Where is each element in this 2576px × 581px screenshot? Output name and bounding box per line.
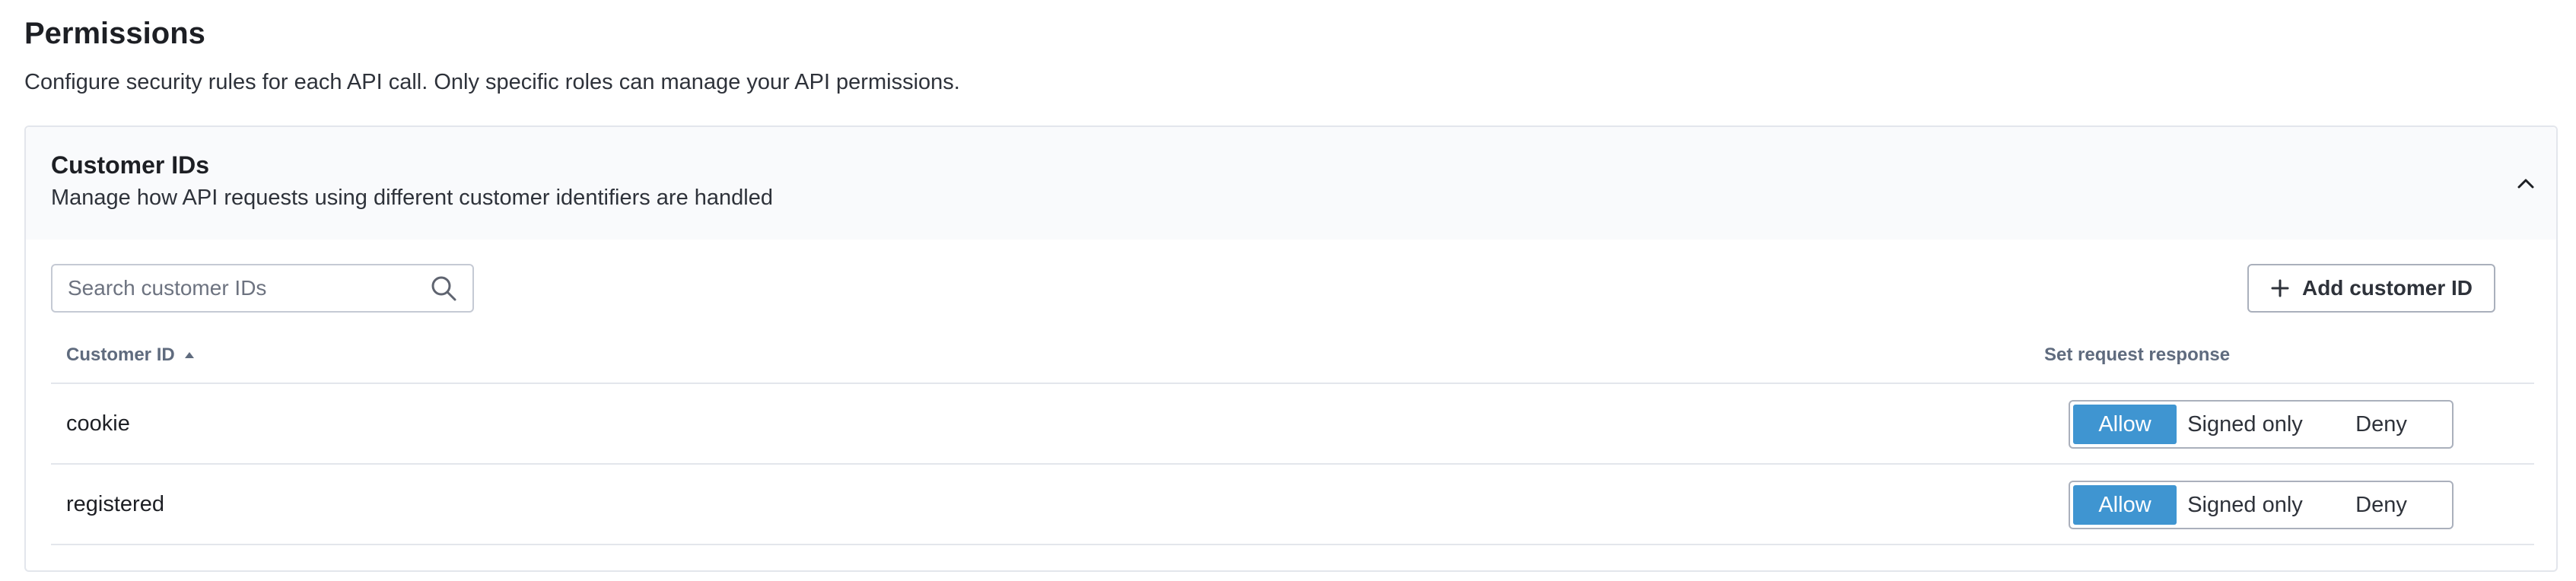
chevron-up-icon	[2517, 179, 2534, 189]
response-segmented-control: Allow Signed only Deny	[2069, 400, 2454, 449]
response-option-deny[interactable]: Deny	[2314, 485, 2449, 525]
response-option-signed-only[interactable]: Signed only	[2177, 405, 2314, 444]
add-customer-id-label: Add customer ID	[2301, 276, 2473, 300]
search-field[interactable]	[51, 264, 474, 313]
response-option-allow[interactable]: Allow	[2073, 485, 2177, 525]
add-customer-id-button[interactable]: Add customer ID	[2247, 264, 2495, 313]
sort-up-icon	[184, 352, 194, 358]
response-segmented-control: Allow Signed only Deny	[2069, 481, 2454, 529]
table-header: Customer ID Set request response	[51, 326, 2534, 384]
collapse-button[interactable]	[2509, 167, 2543, 200]
panel-header[interactable]: Customer IDs Manage how API requests usi…	[26, 127, 2556, 240]
plus-icon	[2271, 279, 2289, 297]
customer-id-cell: registered	[66, 491, 164, 516]
customer-ids-table: Customer ID Set request response cookie …	[51, 326, 2534, 545]
column-header-request-response: Set request response	[2044, 344, 2231, 365]
column-header-customer-id[interactable]: Customer ID	[66, 326, 195, 384]
table-row: cookie Allow Signed only Deny	[51, 384, 2534, 465]
column-header-customer-id-label: Customer ID	[66, 344, 175, 365]
page-description: Configure security rules for each API ca…	[24, 70, 960, 94]
search-input[interactable]	[68, 265, 425, 311]
response-option-allow[interactable]: Allow	[2073, 405, 2177, 444]
panel-subtitle: Manage how API requests using different …	[51, 186, 773, 210]
search-icon[interactable]	[430, 275, 457, 302]
page-title: Permissions	[24, 17, 205, 50]
panel-title: Customer IDs	[51, 151, 210, 179]
customer-id-cell: cookie	[66, 411, 130, 436]
table-row: registered Allow Signed only Deny	[51, 465, 2534, 545]
response-option-signed-only[interactable]: Signed only	[2177, 485, 2314, 525]
customer-ids-panel: Customer IDs Manage how API requests usi…	[24, 125, 2558, 572]
response-option-deny[interactable]: Deny	[2314, 405, 2449, 444]
